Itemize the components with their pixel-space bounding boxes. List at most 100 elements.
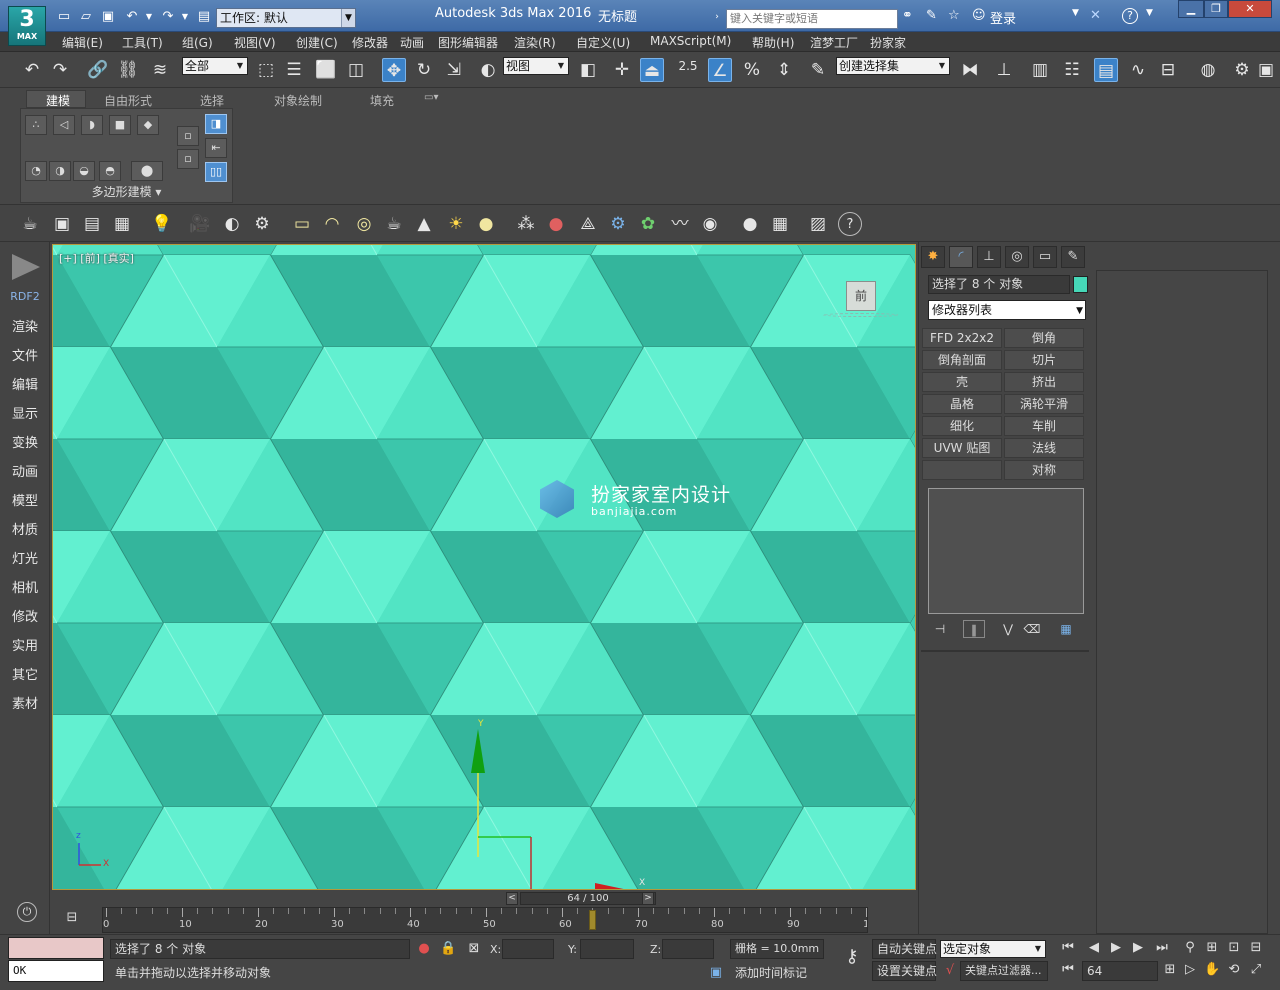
angle-snap-icon[interactable]: ∠ [708, 58, 732, 82]
menu-graph-editors[interactable]: 图形编辑器 [438, 34, 498, 51]
undo-icon[interactable]: ↶ [124, 8, 140, 26]
minimize-button[interactable]: ▁ [1178, 0, 1204, 18]
mirror-icon[interactable]: ⧓ [958, 58, 982, 82]
menu-create[interactable]: 创建(C) [296, 34, 338, 51]
isolate-selection-icon[interactable]: ● [416, 941, 432, 957]
spot-light-icon[interactable]: ▲ [412, 212, 436, 236]
toggle-ribbon-icon[interactable]: ▤ [1094, 58, 1118, 82]
utilities-tab-icon[interactable]: ✎ [1061, 246, 1085, 268]
power-icon[interactable]: ⏻ [17, 902, 37, 922]
field-of-view-icon[interactable]: ▷ [1182, 962, 1198, 978]
edit-poly-mode-icon[interactable]: ◔ [25, 161, 47, 181]
zoom-all-icon[interactable]: ⊞ [1204, 940, 1220, 956]
object-name-field[interactable]: 选择了 8 个 对象 [928, 275, 1070, 294]
subscription-icon[interactable]: ✎ [926, 8, 937, 23]
z-coordinate-field[interactable] [662, 939, 714, 959]
ribbon-tab-modeling[interactable]: 建模 [46, 92, 70, 109]
light-icon[interactable]: 💡 [150, 212, 174, 236]
sidebar-item-modify[interactable]: 修改 [0, 606, 50, 625]
remove-modifier-icon[interactable]: ⌫ [1021, 620, 1043, 638]
unlink-icon[interactable]: ⛓ [116, 58, 140, 82]
modifier-button-symmetry[interactable]: 对称 [1004, 460, 1084, 480]
menu-customize[interactable]: 自定义(U) [576, 34, 630, 51]
sidebar-item-model[interactable]: 模型 [0, 490, 50, 509]
vertex-icon[interactable]: ∴ [25, 115, 47, 135]
menu-maxscript[interactable]: MAXScript(M) [650, 34, 731, 48]
menu-animation[interactable]: 动画 [400, 34, 424, 51]
link-icon[interactable]: 🔗 [86, 58, 110, 82]
project-folder-icon[interactable]: ▤ [196, 8, 212, 26]
redo-icon[interactable]: ↷ [48, 58, 72, 82]
edge-icon[interactable]: ◁ [53, 115, 75, 135]
time-configuration-icon[interactable]: ⊞ [1162, 962, 1178, 978]
modifier-button-tessellate[interactable]: 细化 [922, 416, 1002, 436]
modifier-button-extrude[interactable]: 挤出 [1004, 372, 1084, 392]
set-key-icon[interactable]: ⚷ [838, 948, 866, 966]
make-unique-icon[interactable]: ⋁ [997, 620, 1019, 638]
menu-render-factory[interactable]: 渲梦工厂 [810, 34, 858, 51]
plane-icon[interactable]: ⟁ [576, 212, 600, 236]
bind-space-warp-icon[interactable]: ≋ [148, 58, 172, 82]
sidebar-item-light[interactable]: 灯光 [0, 548, 50, 567]
show-end-result-icon[interactable]: ▯▯ [205, 162, 227, 182]
grass-icon[interactable]: ✿ [636, 212, 660, 236]
modifier-button-turbosmooth[interactable]: 涡轮平滑 [1004, 394, 1084, 414]
help-dropdown-icon[interactable]: ▼ [1146, 8, 1153, 18]
modify-tab-icon[interactable]: ◜ [949, 246, 973, 268]
schematic-view-icon[interactable]: ⊟ [1156, 58, 1180, 82]
symmetry-tools-icon[interactable]: ⬤ [131, 161, 163, 181]
sidebar-item-animation[interactable]: 动画 [0, 461, 50, 480]
workspace-dropdown[interactable]: 工作区: 默认 ▼ [216, 8, 356, 28]
layer-manager-icon[interactable]: ☷ [1060, 58, 1084, 82]
time-tag-icon[interactable]: ▣ [708, 965, 724, 981]
modify-mode-icon[interactable]: ▫ [177, 126, 199, 146]
help-icon[interactable]: ? [838, 212, 862, 236]
search-input[interactable]: 键入关键字或短语 [726, 9, 898, 29]
material-editor-icon[interactable]: ◍ [1196, 58, 1220, 82]
frame-buffer-icon[interactable]: ▨ [806, 212, 830, 236]
select-object-icon[interactable]: ⬚ [254, 58, 278, 82]
transform-gizmo-icon[interactable]: ✛ [610, 58, 634, 82]
physical-camera-icon[interactable]: ⚙ [250, 212, 274, 236]
object-color-swatch[interactable] [1073, 276, 1088, 293]
teapot-icon[interactable]: ☕ [18, 212, 42, 236]
selection-lock-icon[interactable]: 🔒 [440, 941, 456, 957]
select-by-name-icon[interactable]: ☰ [282, 58, 306, 82]
help-button[interactable]: ? [1122, 8, 1138, 24]
collapse-stack-icon[interactable]: ▫ [177, 149, 199, 169]
proxy-icon[interactable]: ● [544, 212, 568, 236]
polygon-icon[interactable]: ■ [109, 115, 131, 135]
absolute-mode-icon[interactable]: ⊠ [466, 941, 482, 957]
sidebar-item-file[interactable]: 文件 [0, 345, 50, 364]
modifier-button-lattice[interactable]: 晶格 [922, 394, 1002, 414]
viewcube-ring[interactable] [823, 313, 899, 317]
play-icon[interactable]: ▶ [1108, 940, 1124, 956]
time-next-arrow[interactable]: > [642, 892, 654, 905]
menu-help[interactable]: 帮助(H) [752, 34, 794, 51]
sidebar-item-edit[interactable]: 编辑 [0, 374, 50, 393]
sidebar-item-other[interactable]: 其它 [0, 664, 50, 683]
add-time-tag-button[interactable]: 添加时间标记 [730, 963, 824, 983]
hierarchy-tab-icon[interactable]: ⊥ [977, 246, 1001, 268]
configure-modifier-sets-icon[interactable]: ▦ [1055, 620, 1077, 638]
auto-key-button[interactable]: 自动关键点 [872, 939, 937, 959]
go-to-start-icon[interactable]: ⏮ [1060, 940, 1076, 956]
key-mode-toggle-icon[interactable]: ⏮ [1060, 962, 1076, 978]
maximize-button[interactable]: ❐ [1204, 0, 1228, 18]
sidebar-item-utility[interactable]: 实用 [0, 635, 50, 654]
select-and-rotate-icon[interactable]: ↻ [412, 58, 436, 82]
modifier-button-empty[interactable] [922, 460, 1002, 480]
material-library-icon[interactable]: ▦ [768, 212, 792, 236]
render-setup-icon[interactable]: ⚙ [1230, 58, 1254, 82]
modifier-button-bevel[interactable]: 倒角 [1004, 328, 1084, 348]
maxscript-result[interactable]: OK [8, 960, 104, 982]
align-icon[interactable]: ⊥ [992, 58, 1016, 82]
modifier-list-dropdown[interactable]: 修改器列表 ▼ [928, 300, 1086, 320]
zoom-extents-icon[interactable]: ⊡ [1226, 940, 1242, 956]
gear-icon[interactable]: ⚙ [606, 212, 630, 236]
show-end-result-icon[interactable]: ∥ [963, 620, 985, 638]
time-prev-arrow[interactable]: < [506, 892, 518, 905]
border-icon[interactable]: ◗ [81, 115, 103, 135]
sidebar-item-display[interactable]: 显示 [0, 403, 50, 422]
key-mode-dropdown[interactable]: 选定对象 ▼ [940, 940, 1046, 958]
